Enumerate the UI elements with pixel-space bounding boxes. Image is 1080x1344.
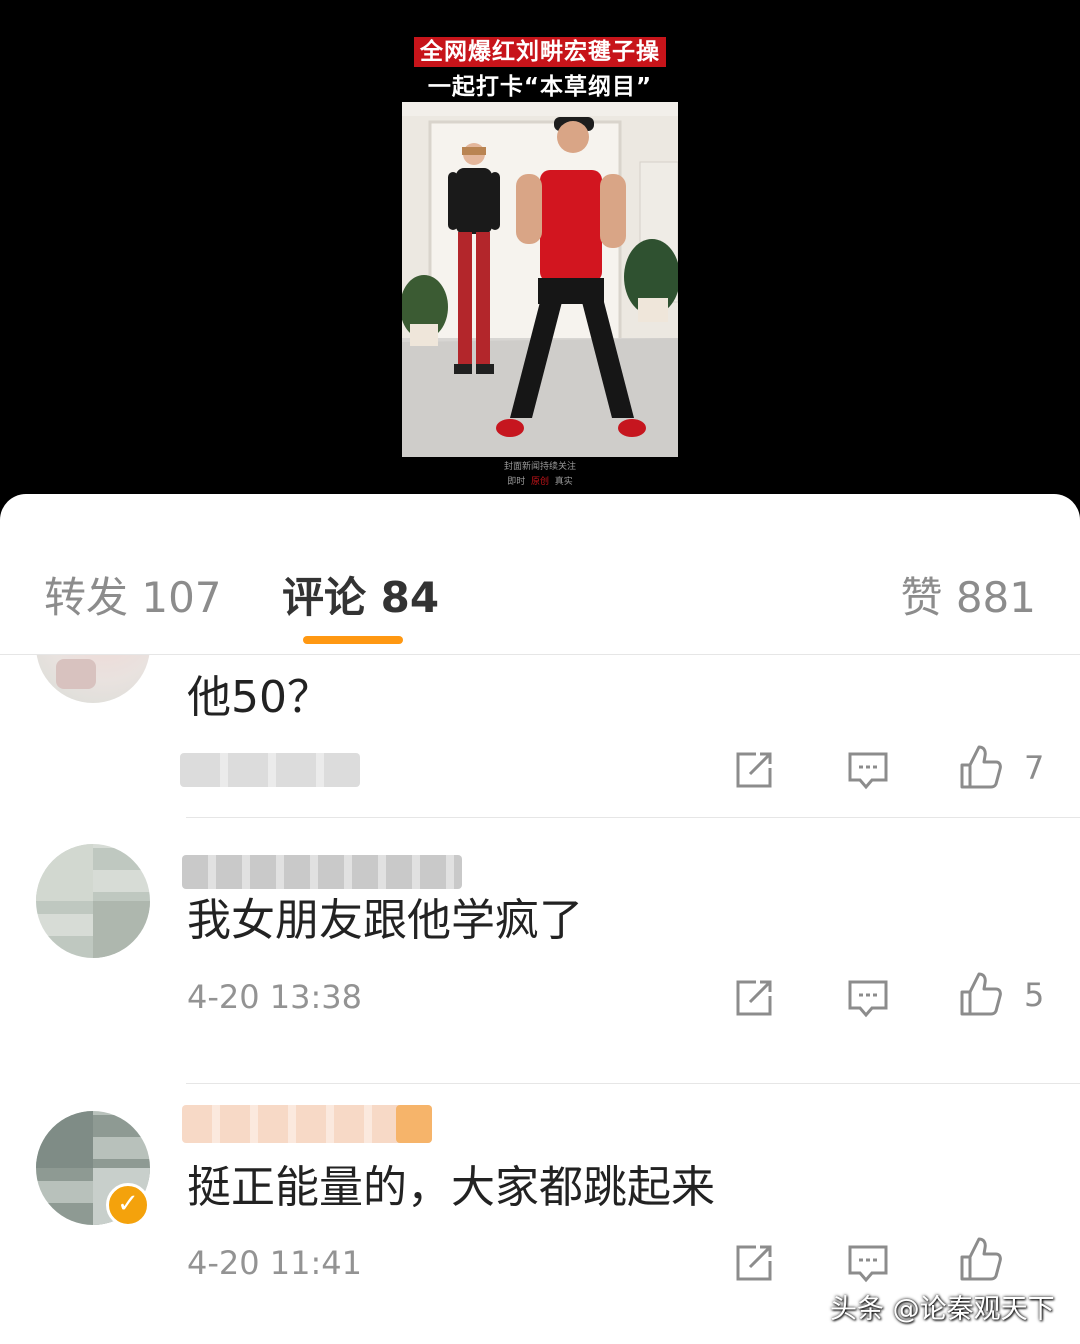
like-icon[interactable] bbox=[958, 745, 1002, 789]
video-caption-title: 全网爆红刘畊宏毽子操 bbox=[0, 32, 1080, 67]
video-still-image bbox=[402, 102, 678, 457]
like-icon[interactable] bbox=[958, 972, 1002, 1016]
comment-divider bbox=[186, 817, 1080, 818]
video-watermark: 封面新闻持续关注 bbox=[503, 462, 576, 472]
avatar[interactable] bbox=[36, 844, 150, 958]
tab-forward[interactable]: 转发 107 bbox=[44, 564, 222, 625]
like-count: 5 bbox=[1024, 976, 1045, 1014]
active-tab-indicator bbox=[303, 636, 403, 644]
comments-sheet: 转发 107 评论 84 赞 881 他50？ 7 我女朋友跟他学疯了 4-20… bbox=[0, 494, 1080, 1344]
comment-list[interactable]: 他50？ 7 我女朋友跟他学疯了 4-20 13:38 5 ✓ 挺正能量的，大家… bbox=[0, 655, 1080, 1344]
comment-time-redacted bbox=[180, 753, 360, 787]
like-icon[interactable] bbox=[958, 1237, 1002, 1281]
username-redacted[interactable] bbox=[182, 1105, 432, 1143]
reply-icon[interactable] bbox=[846, 976, 890, 1020]
comment-time: 4-20 11:41 bbox=[187, 1244, 363, 1282]
repost-icon[interactable] bbox=[732, 976, 776, 1020]
repost-icon[interactable] bbox=[732, 748, 776, 792]
verified-badge-icon: ✓ bbox=[106, 1183, 150, 1227]
video-player[interactable]: 全网爆红刘畊宏毽子操 一起打卡“本草纲目” 封面新闻持续关注 即时 原创 真实 bbox=[0, 0, 1080, 540]
comment-time: 4-20 13:38 bbox=[187, 978, 363, 1016]
tab-comments[interactable]: 评论 84 bbox=[282, 564, 439, 625]
reply-icon[interactable] bbox=[846, 748, 890, 792]
tab-likes[interactable]: 赞 881 bbox=[900, 564, 1036, 625]
avatar[interactable] bbox=[36, 655, 150, 703]
source-watermark: 头条 @论秦观天下 bbox=[830, 1294, 1055, 1325]
comment-text: 他50？ bbox=[187, 672, 331, 723]
video-watermark-tags: 即时 原创 真实 bbox=[507, 477, 573, 487]
comment-text: 我女朋友跟他学疯了 bbox=[187, 895, 583, 946]
comment-divider bbox=[186, 1083, 1080, 1084]
video-frame[interactable] bbox=[402, 102, 678, 457]
like-count: 7 bbox=[1024, 749, 1045, 787]
video-caption-subtitle: 一起打卡“本草纲目” bbox=[0, 67, 1080, 102]
user-level-badge-icon bbox=[396, 1105, 432, 1143]
comment-text: 挺正能量的，大家都跳起来 bbox=[187, 1162, 715, 1213]
repost-icon[interactable] bbox=[732, 1241, 776, 1285]
reply-icon[interactable] bbox=[846, 1241, 890, 1285]
